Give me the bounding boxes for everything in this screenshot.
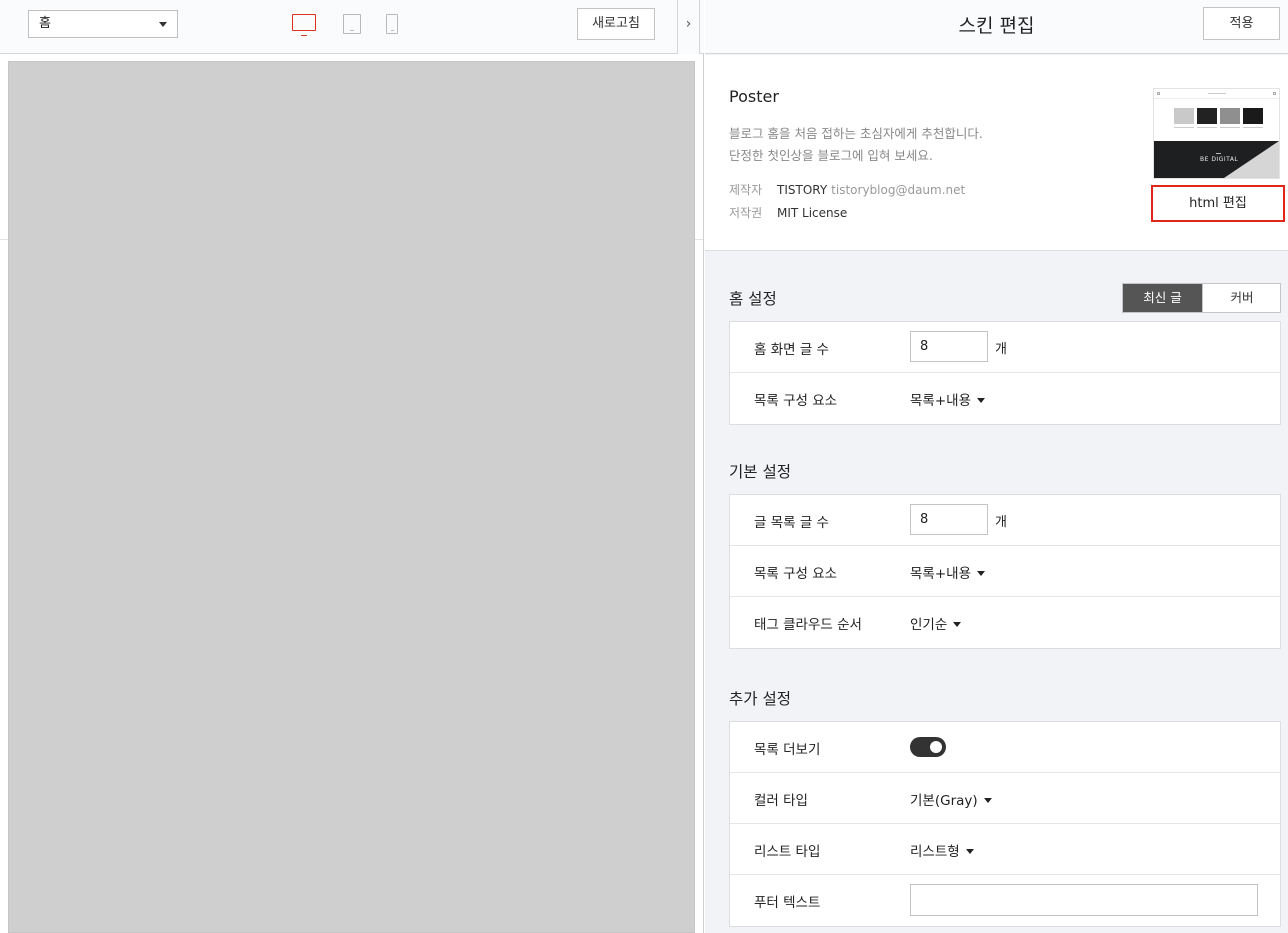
skin-name: Poster — [729, 87, 779, 106]
list-more-toggle[interactable] — [910, 737, 946, 757]
author-email: tistoryblog@daum.net — [831, 183, 966, 197]
setting-label: 글 목록 글 수 — [754, 515, 829, 531]
tablet-icon[interactable] — [343, 14, 361, 34]
thumbnail-image — [1197, 108, 1217, 124]
setting-label: 목록 더보기 — [754, 742, 821, 758]
menu-icon — [1157, 92, 1160, 95]
dropdown-value: 목록+내용 — [910, 393, 971, 409]
collapse-panel-button[interactable]: › — [677, 0, 700, 54]
extra-settings-title: 추가 설정 — [729, 690, 791, 708]
setting-label: 푸터 텍스트 — [754, 895, 821, 911]
dropdown-value: 기본(Gray) — [910, 793, 978, 809]
home-type-toggle: 최신 글 커버 — [1122, 283, 1281, 313]
unit-label: 개 — [995, 342, 1007, 357]
preview-toolbar: 홈 새로고침 › — [0, 0, 704, 54]
page-select-value: 홈 — [39, 16, 51, 31]
setting-row: 푸터 텍스트 — [730, 875, 1280, 926]
home-post-count-input[interactable]: 8 — [910, 331, 988, 362]
unit-label: 개 — [995, 515, 1007, 530]
thumbnail-text — [1243, 127, 1263, 128]
chevron-down-icon — [159, 22, 167, 27]
skin-description-line: 블로그 홈을 처음 접하는 초심자에게 추천합니다. — [729, 126, 983, 141]
tag-cloud-order-dropdown[interactable]: 인기순 — [910, 613, 962, 633]
dropdown-value: 목록+내용 — [910, 566, 971, 582]
setting-label: 태그 클라우드 순서 — [754, 617, 862, 633]
setting-row: 홈 화면 글 수 8 개 — [730, 322, 1280, 373]
setting-row: 글 목록 글 수 8 개 — [730, 495, 1280, 546]
skin-description: 블로그 홈을 처음 접하는 초심자에게 추천합니다. 단정한 첫인상을 블로그에… — [729, 123, 983, 167]
chevron-down-icon — [977, 571, 985, 576]
preview-pane: 홈 새로고침 › — [0, 0, 704, 933]
thumbnail-text — [1197, 127, 1217, 128]
author-name: TISTORY — [777, 183, 828, 197]
setting-row: 목록 더보기 — [730, 722, 1280, 773]
author-key: 제작자 — [729, 183, 763, 197]
skin-editor-screen: 홈 새로고침 › 스킨 편집 적용 Poster 블로그 홈을 처음 접하는 초… — [0, 0, 1288, 933]
setting-row: 목록 구성 요소 목록+내용 — [730, 546, 1280, 597]
setting-row: 태그 클라우드 순서 인기순 — [730, 597, 1280, 648]
license-key: 저작권 — [729, 206, 763, 220]
divider — [0, 239, 8, 240]
setting-row: 리스트 타입 리스트형 — [730, 824, 1280, 875]
skin-description-line: 단정한 첫인상을 블로그에 입혀 보세요. — [729, 148, 933, 163]
page-select[interactable]: 홈 — [28, 10, 178, 38]
dropdown-value: 인기순 — [910, 617, 948, 633]
license-value: MIT License — [777, 206, 848, 220]
skin-info: Poster 블로그 홈을 처음 접하는 초심자에게 추천합니다. 단정한 첫인… — [705, 55, 1288, 251]
chevron-down-icon — [965, 849, 974, 854]
editor-pane: 스킨 편집 적용 Poster 블로그 홈을 처음 접하는 초심자에게 추천합니… — [705, 0, 1288, 933]
chevron-right-icon: › — [685, 16, 692, 32]
basic-settings-card: 글 목록 글 수 8 개 목록 구성 요소 목록+내용 태그 클라우드 순서 인… — [729, 494, 1281, 649]
setting-label: 목록 구성 요소 — [754, 566, 838, 582]
dropdown-value: 리스트형 — [910, 844, 960, 860]
thumbnail-text — [1220, 127, 1240, 128]
thumbnail-logo — [1208, 93, 1226, 94]
thumbnail-text — [1174, 127, 1194, 128]
list-type-dropdown[interactable]: 리스트형 — [910, 840, 974, 860]
list-post-count-input[interactable]: 8 — [910, 504, 988, 535]
desktop-icon[interactable] — [292, 14, 316, 36]
setting-label: 컬러 타입 — [754, 793, 808, 809]
home-settings-card: 홈 화면 글 수 8 개 목록 구성 요소 목록+내용 — [729, 321, 1281, 425]
setting-label: 목록 구성 요소 — [754, 393, 838, 409]
tab-latest-posts[interactable]: 최신 글 — [1123, 284, 1202, 312]
thumbnail-tagline: BE DIGITAL — [1200, 156, 1239, 163]
search-icon — [1273, 92, 1276, 95]
apply-button[interactable]: 적용 — [1203, 7, 1280, 40]
skin-author: 제작자 TISTORY tistoryblog@daum.net — [729, 182, 965, 198]
preview-frame[interactable] — [8, 61, 695, 933]
basic-settings-title: 기본 설정 — [729, 463, 791, 481]
thumbnail-image — [1243, 108, 1263, 124]
thumbnail-header — [1154, 89, 1279, 99]
chevron-down-icon — [953, 622, 962, 627]
chevron-down-icon — [983, 798, 992, 803]
home-list-elements-dropdown[interactable]: 목록+내용 — [910, 389, 985, 409]
footer-text-input[interactable] — [910, 884, 1258, 916]
skin-thumbnail: BE DIGITAL — [1153, 88, 1280, 179]
page-title: 스킨 편집 — [958, 15, 1035, 37]
skin-license: 저작권 MIT License — [729, 205, 847, 221]
thumbnail-image — [1220, 108, 1240, 124]
thumbnail-divider — [1216, 153, 1221, 154]
color-type-dropdown[interactable]: 기본(Gray) — [910, 789, 992, 809]
thumbnail-image — [1174, 108, 1194, 124]
setting-row: 목록 구성 요소 목록+내용 — [730, 373, 1280, 424]
setting-label: 리스트 타입 — [754, 844, 821, 860]
home-settings-title: 홈 설정 — [729, 290, 777, 308]
tab-cover[interactable]: 커버 — [1202, 284, 1281, 312]
html-edit-button[interactable]: html 편집 — [1151, 185, 1285, 222]
divider — [695, 239, 703, 240]
setting-row: 컬러 타입 기본(Gray) — [730, 773, 1280, 824]
setting-label: 홈 화면 글 수 — [754, 342, 829, 358]
chevron-down-icon — [977, 398, 985, 403]
editor-header: 스킨 편집 적용 — [705, 0, 1288, 54]
list-elements-dropdown[interactable]: 목록+내용 — [910, 562, 985, 582]
refresh-button[interactable]: 새로고침 — [577, 8, 655, 40]
extra-settings-card: 목록 더보기 컬러 타입 기본(Gray) 리스트 타입 리스트형 푸터 텍스트 — [729, 721, 1281, 927]
mobile-icon[interactable] — [386, 14, 398, 34]
